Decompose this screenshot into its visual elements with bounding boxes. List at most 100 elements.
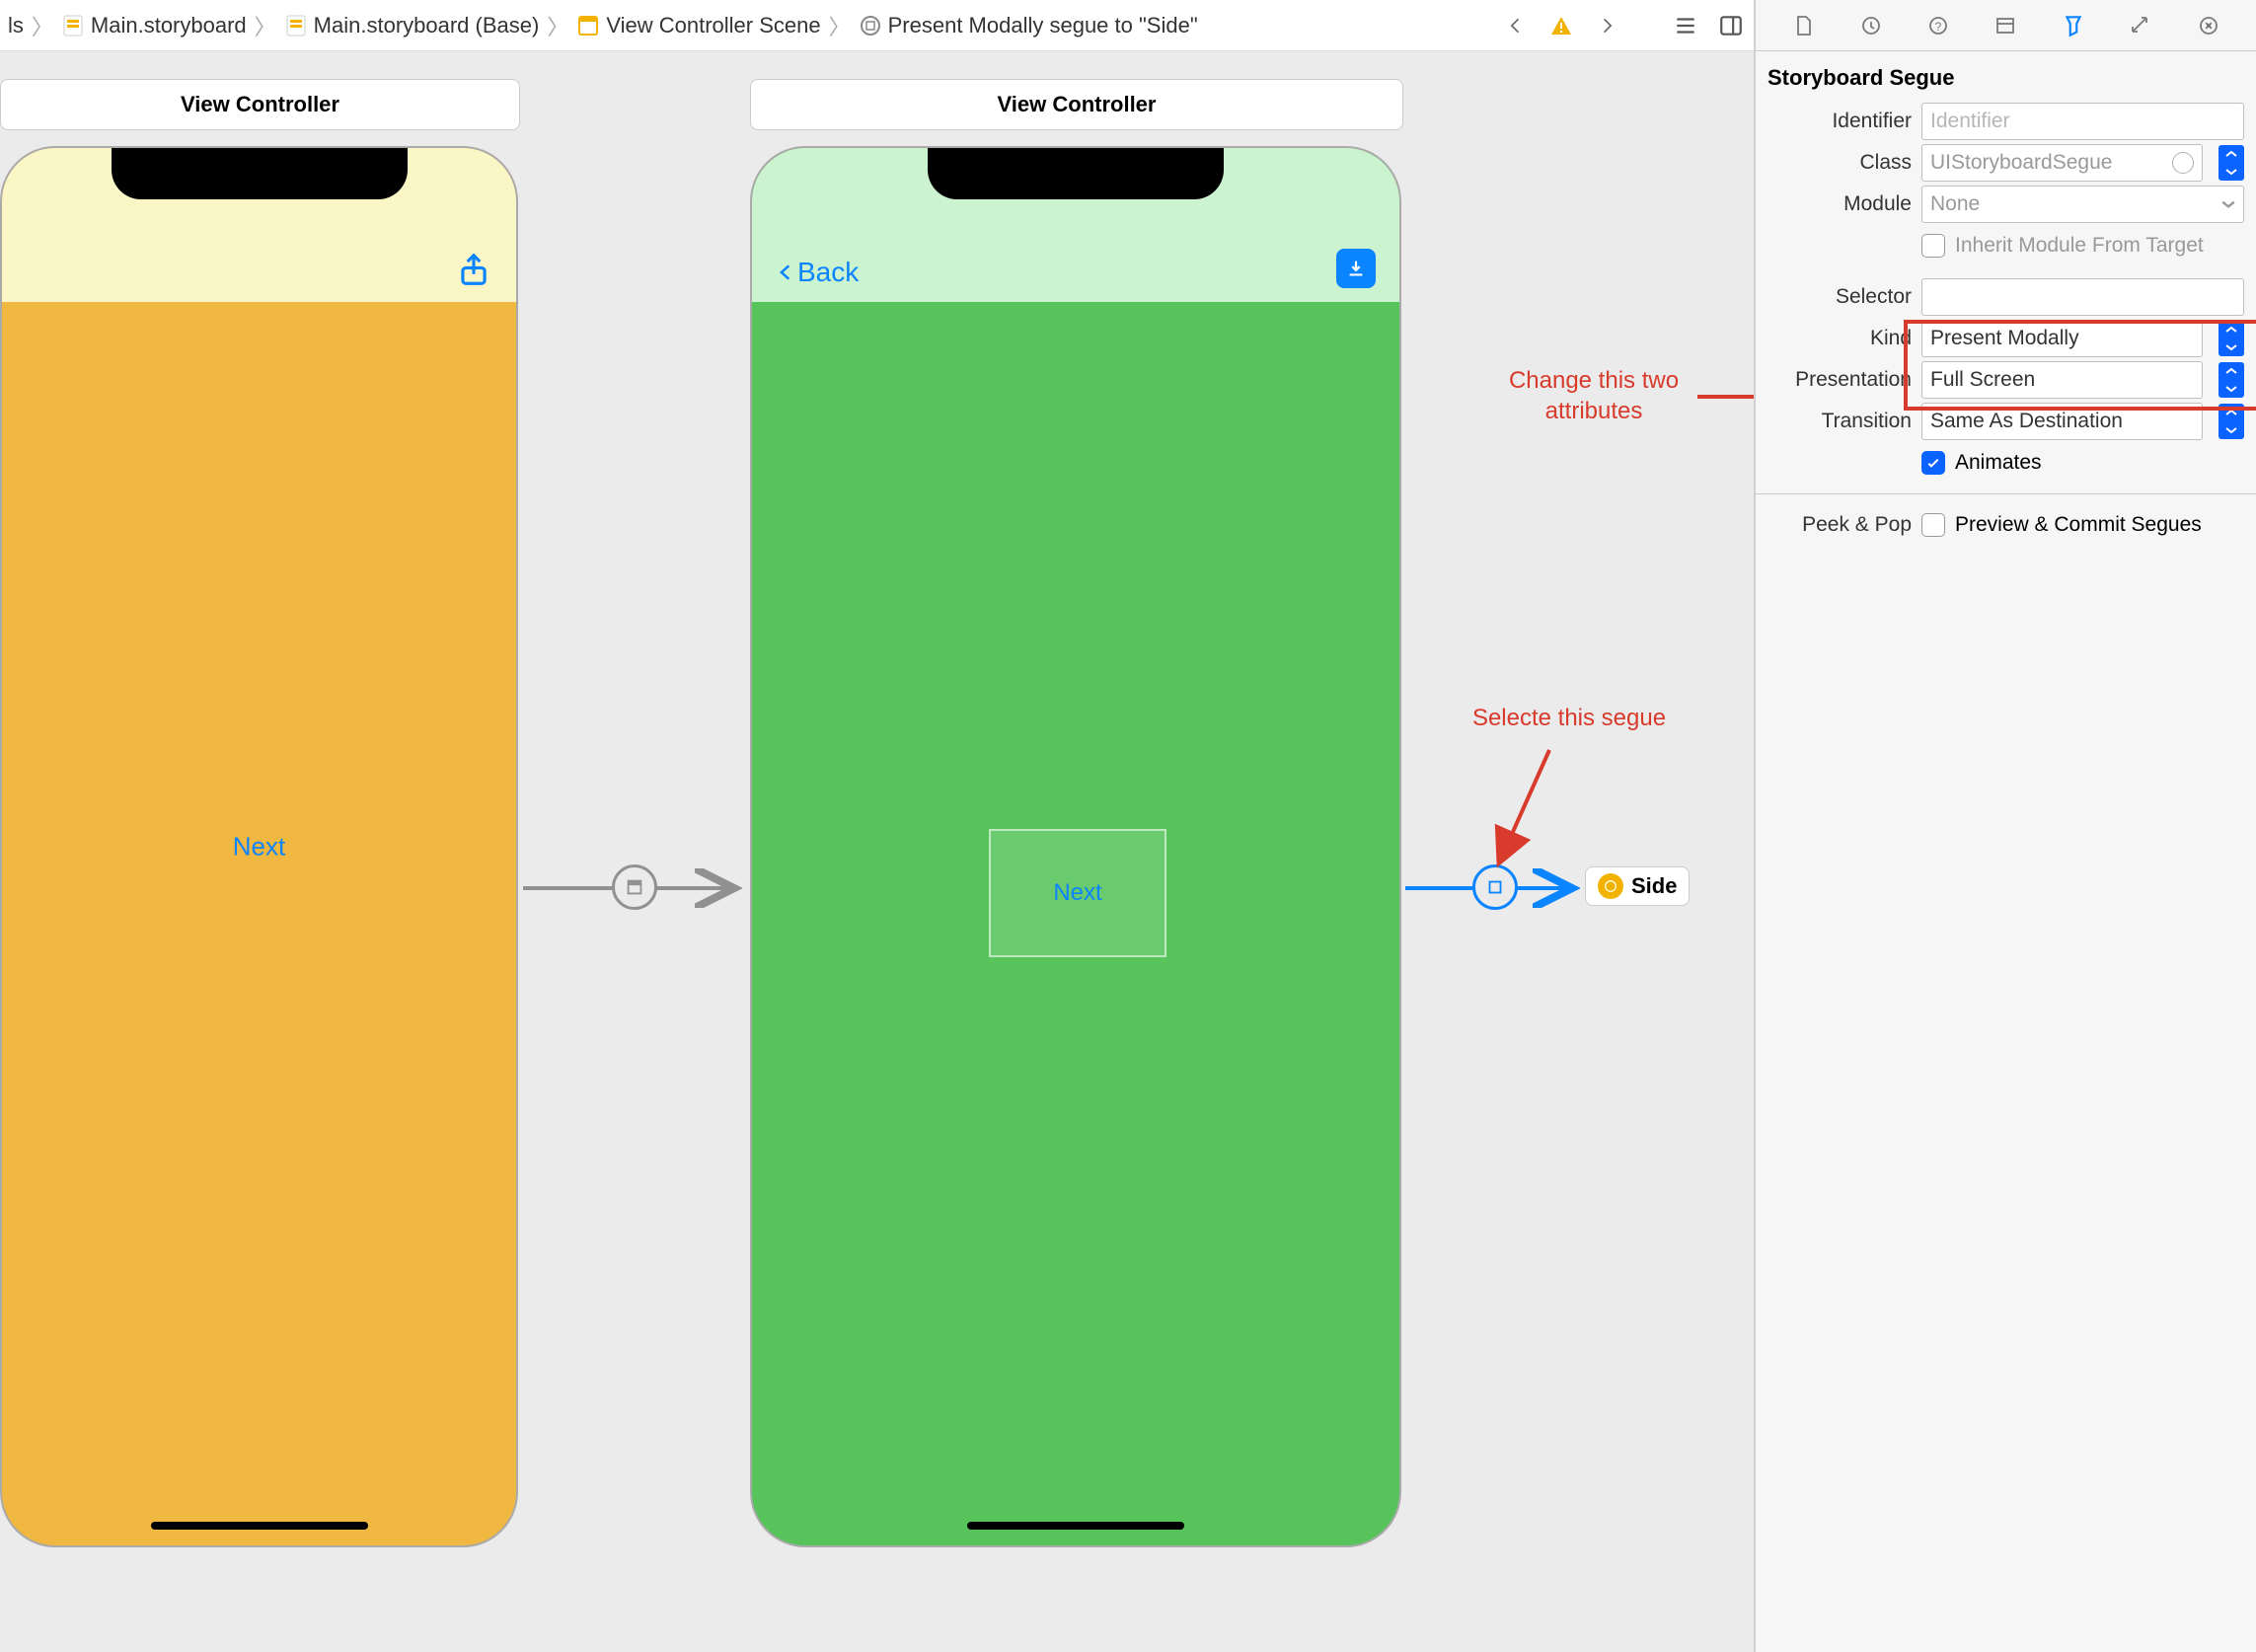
chevron-up-icon: [2225, 409, 2237, 416]
peekpop-label: Peek & Pop: [1767, 513, 1912, 537]
segue-icon: [859, 14, 882, 38]
nav-back-button[interactable]: [1501, 11, 1531, 40]
divider: [1756, 493, 2256, 494]
selector-field[interactable]: [1921, 278, 2244, 316]
inspector-tab-attributes[interactable]: [2056, 8, 2091, 43]
editor-column: ls 〉 Main.storyboard 〉 Main.storyboard (…: [0, 0, 1755, 1652]
breadcrumb-item-3[interactable]: View Controller Scene: [576, 13, 820, 38]
breadcrumb-item-4[interactable]: Present Modally segue to "Side": [859, 13, 1198, 38]
annotation-text: Selecte this segue: [1472, 705, 1666, 731]
scene-title-bar[interactable]: View Controller: [750, 79, 1403, 130]
module-field[interactable]: None: [1921, 186, 2244, 223]
segue-target-label: Side: [1631, 873, 1677, 899]
transition-stepper[interactable]: [2218, 404, 2244, 439]
nav-forward-button[interactable]: [1592, 11, 1621, 40]
row-kind: Kind Present Modally: [1767, 318, 2244, 359]
device-notch: [928, 148, 1224, 199]
check-icon: [1925, 455, 1941, 471]
segue-icon-1[interactable]: [612, 864, 657, 910]
scene-title-label: View Controller: [998, 92, 1157, 117]
scene-title-label: View Controller: [181, 92, 339, 117]
class-field[interactable]: UIStoryboardSegue: [1921, 144, 2203, 182]
chevron-up-icon: [2225, 326, 2237, 334]
row-peek-pop: Peek & Pop Preview & Commit Segues: [1767, 504, 2244, 546]
outline-toggle-button[interactable]: [1671, 11, 1700, 40]
breadcrumb-item-1[interactable]: Main.storyboard: [61, 13, 247, 38]
svg-text:?: ?: [1935, 20, 1942, 34]
device-mockup-2[interactable]: Back Next: [750, 146, 1401, 1547]
inherit-label: Inherit Module From Target: [1955, 234, 2204, 258]
animates-checkbox[interactable]: [1921, 451, 1945, 475]
download-icon[interactable]: [1336, 249, 1376, 288]
inspector-tab-connections[interactable]: [2191, 8, 2226, 43]
container-view[interactable]: Next: [989, 829, 1166, 957]
scene-2: View Controller Back Next: [750, 79, 1401, 1480]
annotation-change-attrs: Change this two attributes: [1480, 365, 1707, 426]
share-icon[interactable]: [455, 251, 492, 288]
chevron-up-icon: [2225, 367, 2237, 375]
container-button-label: Next: [1053, 879, 1101, 907]
back-label: Back: [797, 257, 859, 288]
chevron-down-icon: [2225, 426, 2237, 434]
issues-icon[interactable]: [1546, 11, 1576, 40]
inspector-tab-history[interactable]: [1853, 8, 1889, 43]
scene-title-bar[interactable]: View Controller: [0, 79, 520, 130]
row-class: Class UIStoryboardSegue: [1767, 142, 2244, 184]
chevron-down-icon: [2221, 199, 2235, 209]
adjust-editor-button[interactable]: [1716, 11, 1746, 40]
breadcrumb-label: ls: [8, 13, 24, 38]
identifier-placeholder: Identifier: [1930, 110, 2010, 133]
row-presentation: Presentation Full Screen: [1767, 359, 2244, 401]
annotation-arrow-select: [1480, 742, 1599, 880]
next-button[interactable]: Next: [233, 832, 285, 863]
storyboard-file-icon: [284, 14, 308, 38]
class-value: UIStoryboardSegue: [1930, 151, 2112, 175]
editor-toolbar: ls 〉 Main.storyboard 〉 Main.storyboard (…: [0, 0, 1754, 51]
kind-dropdown[interactable]: Present Modally: [1921, 320, 2203, 357]
breadcrumb-item-2[interactable]: Main.storyboard (Base): [284, 13, 540, 38]
module-label: Module: [1767, 192, 1912, 216]
identifier-field[interactable]: Identifier: [1921, 103, 2244, 140]
inspector-tab-help[interactable]: ?: [1920, 8, 1956, 43]
inspector-tab-identity[interactable]: [1988, 8, 2023, 43]
class-label: Class: [1767, 151, 1912, 175]
presentation-dropdown[interactable]: Full Screen: [1921, 361, 2203, 399]
storyboard-canvas[interactable]: View Controller Next: [0, 51, 1754, 1652]
presentation-stepper[interactable]: [2218, 362, 2244, 398]
chevron-down-icon: [2225, 385, 2237, 393]
inspector-tab-bar: ?: [1756, 0, 2256, 51]
inherit-checkbox[interactable]: [1921, 234, 1945, 258]
device-mockup-1[interactable]: Next: [0, 146, 518, 1547]
row-identifier: Identifier Identifier: [1767, 101, 2244, 142]
kind-label: Kind: [1767, 327, 1912, 350]
inspector-tab-file[interactable]: [1785, 8, 1821, 43]
class-stepper[interactable]: [2218, 145, 2244, 181]
row-module: Module None: [1767, 184, 2244, 225]
kind-stepper[interactable]: [2218, 321, 2244, 356]
peekpop-checkbox[interactable]: [1921, 513, 1945, 537]
segue-target-chip[interactable]: Side: [1585, 866, 1690, 906]
breadcrumb-bar: ls 〉 Main.storyboard 〉 Main.storyboard (…: [8, 10, 1501, 41]
peekpop-value: Preview & Commit Segues: [1955, 513, 2202, 537]
row-selector: Selector: [1767, 276, 2244, 318]
breadcrumb-separator-icon: 〉: [253, 10, 278, 41]
breadcrumb-separator-icon: 〉: [30, 10, 55, 41]
breadcrumb-item-0[interactable]: ls: [8, 13, 24, 38]
transition-dropdown[interactable]: Same As Destination: [1921, 403, 2203, 440]
kind-value: Present Modally: [1930, 327, 2079, 350]
breadcrumb-label: View Controller Scene: [606, 13, 820, 38]
annotation-text: Change this two attributes: [1509, 367, 1679, 424]
breadcrumb-label: Main.storyboard (Base): [314, 13, 540, 38]
selector-label: Selector: [1767, 285, 1912, 309]
animates-label: Animates: [1955, 451, 2042, 475]
back-button[interactable]: Back: [776, 257, 859, 288]
home-indicator: [151, 1522, 368, 1530]
home-indicator: [967, 1522, 1184, 1530]
inspector-tab-size[interactable]: [2123, 8, 2158, 43]
annotation-arrow-attrs: [1697, 377, 1754, 416]
row-animates: Animates: [1767, 442, 2244, 484]
class-jump-icon[interactable]: [2172, 152, 2194, 174]
storyboard-file-icon: [61, 14, 85, 38]
chevron-down-icon: [2225, 343, 2237, 351]
chevron-up-icon: [2225, 150, 2237, 158]
